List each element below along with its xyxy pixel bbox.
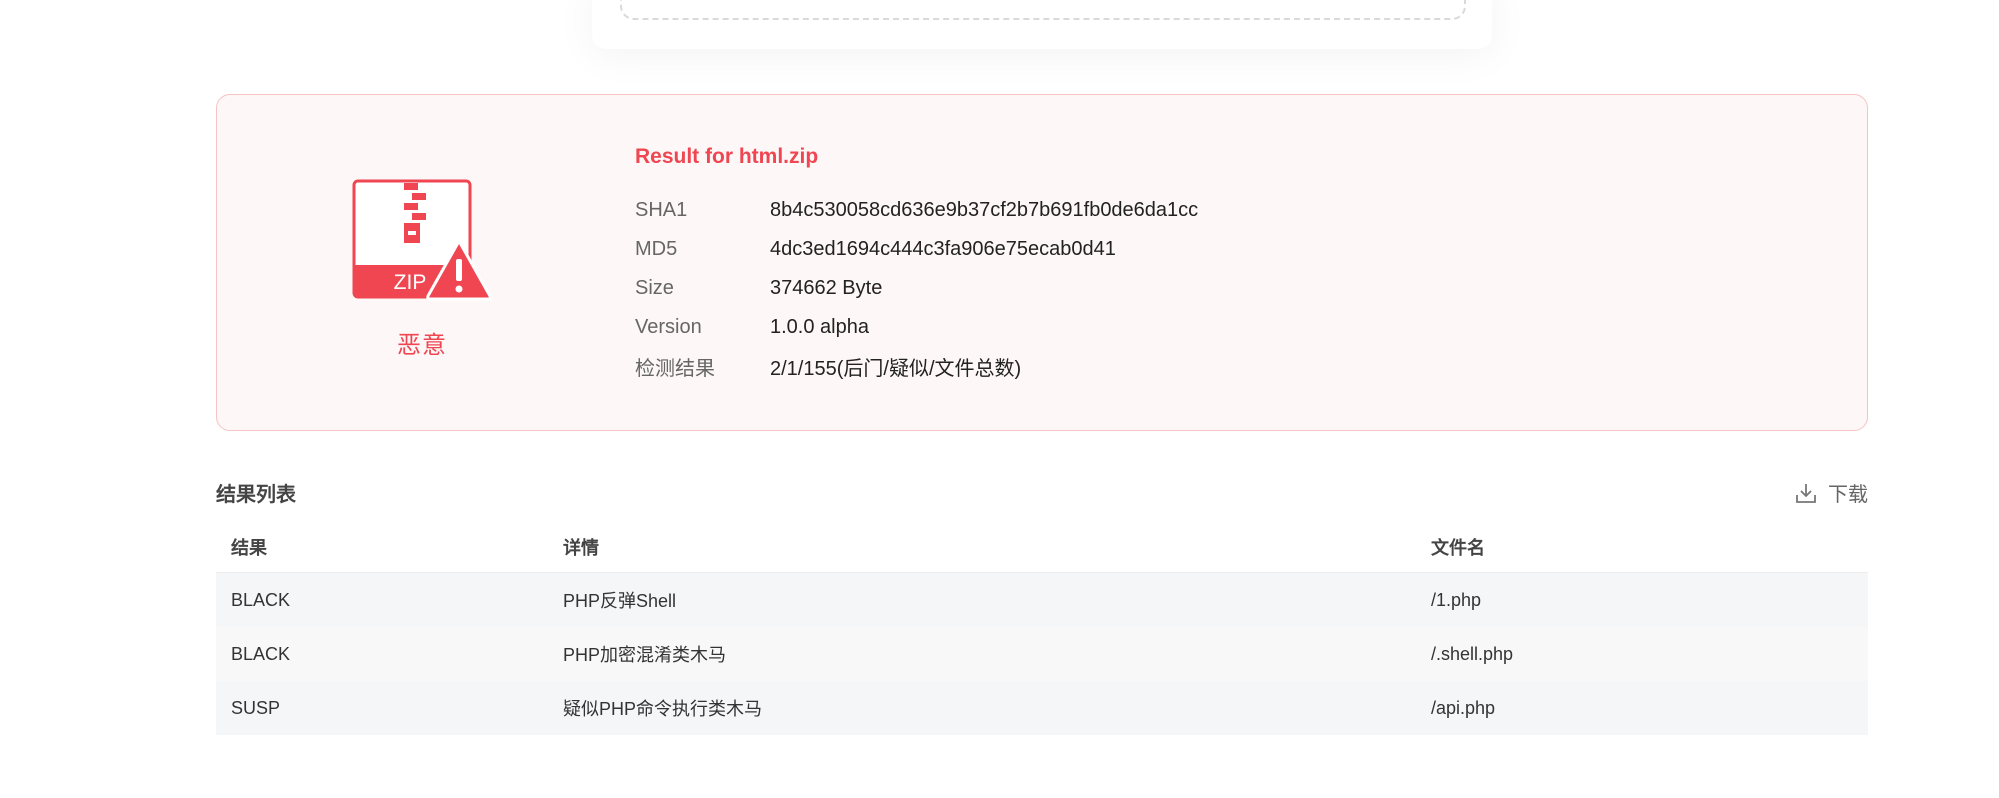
table-header-row: 结果 详情 文件名 xyxy=(216,522,1868,573)
cell-result: BLACK xyxy=(216,572,548,627)
zip-label: ZIP xyxy=(394,271,427,294)
cell-filename: /.shell.php xyxy=(1416,627,1868,681)
result-title: Result for html.zip xyxy=(635,145,819,168)
info-key: Size xyxy=(635,277,674,299)
info-key: MD5 xyxy=(635,238,678,260)
info-row-md5: MD5 4dc3ed1694c444c3fa906e75ecab0d41 xyxy=(635,230,1198,269)
info-value: 8b4c530058cd636e9b37cf2b7b691fb0de6da1cc xyxy=(770,199,1199,221)
zip-warning-icon: ZIP xyxy=(352,179,492,301)
result-panel: ZIP 恶意 Result for html.zip SHA1 8b4c5300… xyxy=(216,94,1868,431)
info-key: 检测结果 xyxy=(635,358,715,380)
table-row[interactable]: BLACK PHP反弹Shell /1.php xyxy=(216,572,1868,627)
download-label: 下载 xyxy=(1828,484,1868,506)
result-list-header: 结果列表 下载 xyxy=(216,478,1868,508)
column-header-filename: 文件名 xyxy=(1416,522,1868,573)
verdict-label: 恶意 xyxy=(397,332,447,359)
upload-card xyxy=(592,0,1492,49)
info-value: 1.0.0 alpha xyxy=(770,316,869,338)
result-info: Result for html.zip SHA1 8b4c530058cd636… xyxy=(635,145,1198,386)
download-icon xyxy=(1796,483,1816,503)
info-value: 4dc3ed1694c444c3fa906e75ecab0d41 xyxy=(770,238,1116,260)
info-value: 2/1/155(后门/疑似/文件总数) xyxy=(770,358,1022,380)
info-row-sha1: SHA1 8b4c530058cd636e9b37cf2b7b691fb0de6… xyxy=(635,191,1198,230)
info-row-size: Size 374662 Byte xyxy=(635,269,1198,308)
info-row-detection: 检测结果 2/1/155(后门/疑似/文件总数) xyxy=(635,347,1198,386)
info-value: 374662 Byte xyxy=(770,277,883,299)
cell-detail: 疑似PHP命令执行类木马 xyxy=(548,681,1416,735)
cell-result: BLACK xyxy=(216,627,548,681)
result-list-title: 结果列表 xyxy=(216,484,296,506)
upload-dropzone[interactable] xyxy=(620,0,1466,20)
download-button[interactable]: 下载 xyxy=(1794,478,1868,507)
table-row[interactable]: BLACK PHP加密混淆类木马 /.shell.php xyxy=(216,627,1868,681)
info-key: SHA1 xyxy=(635,199,688,221)
column-header-detail: 详情 xyxy=(548,522,1416,573)
column-header-result: 结果 xyxy=(216,522,548,573)
cell-filename: /api.php xyxy=(1416,681,1868,735)
cell-filename: /1.php xyxy=(1416,572,1868,627)
info-key: Version xyxy=(635,316,702,338)
cell-detail: PHP反弹Shell xyxy=(548,572,1416,627)
info-row-version: Version 1.0.0 alpha xyxy=(635,308,1198,347)
verdict-block: ZIP 恶意 xyxy=(347,179,497,360)
result-table: 结果 详情 文件名 BLACK PHP反弹Shell /1.php BLACK … xyxy=(216,522,1868,735)
table-row[interactable]: SUSP 疑似PHP命令执行类木马 /api.php xyxy=(216,681,1868,735)
cell-result: SUSP xyxy=(216,681,548,735)
cell-detail: PHP加密混淆类木马 xyxy=(548,627,1416,681)
